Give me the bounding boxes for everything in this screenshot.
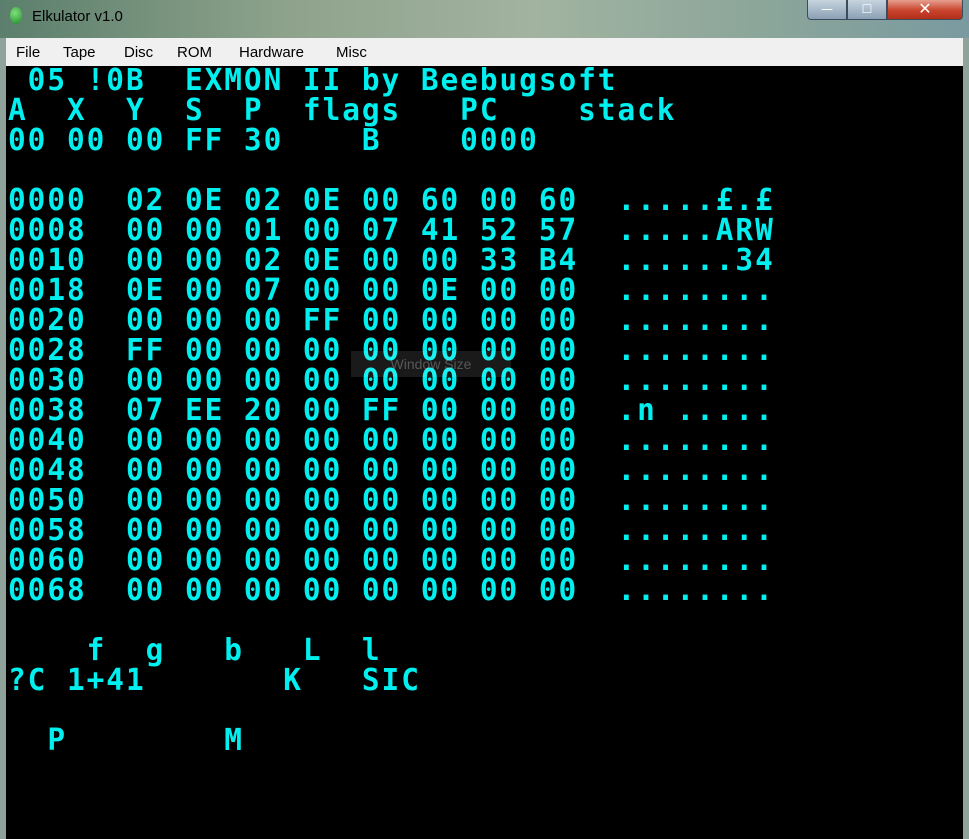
- memory-row: 0010 00 00 02 0E 00 00 33 B4 ......34: [8, 243, 775, 278]
- emulator-window: Elkulator v1.0 — ☐ ✕ File Tape Disc ROM …: [0, 0, 969, 839]
- menu-tape[interactable]: Tape: [63, 44, 96, 61]
- command-prompt: ?C 1+41 K SIC: [8, 663, 421, 698]
- title-bar[interactable]: Elkulator v1.0 — ☐ ✕: [0, 0, 969, 38]
- screen-line: f g b L l: [8, 633, 382, 668]
- memory-row: 0058 00 00 00 00 00 00 00 00 ........: [8, 513, 775, 548]
- window-title: Elkulator v1.0: [32, 8, 123, 25]
- memory-row: 0060 00 00 00 00 00 00 00 00 ........: [8, 543, 775, 578]
- screen-line: P M: [8, 723, 244, 758]
- green-leaf-icon: [10, 7, 22, 24]
- screen-line: A X Y S P flags PC stack: [8, 93, 677, 128]
- menu-hardware[interactable]: Hardware: [239, 44, 304, 61]
- menu-misc[interactable]: Misc: [336, 44, 367, 61]
- close-button[interactable]: ✕: [887, 0, 963, 20]
- minimize-button[interactable]: —: [807, 0, 847, 20]
- emulator-screen[interactable]: 05 !0B EXMON II by Beebugsoft A X Y S P …: [6, 66, 963, 839]
- memory-row: 0020 00 00 00 FF 00 00 00 00 ........: [8, 303, 775, 338]
- memory-row: 0040 00 00 00 00 00 00 00 00 ........: [8, 423, 775, 458]
- menu-disc[interactable]: Disc: [124, 44, 153, 61]
- memory-row: 0000 02 0E 02 0E 00 60 00 60 .....£.£: [8, 183, 775, 218]
- memory-row: 0008 00 00 01 00 07 41 52 57 .....ARW: [8, 213, 775, 248]
- screen-line: 05 !0B EXMON II by Beebugsoft: [8, 66, 618, 98]
- memory-row: 0018 0E 00 07 00 00 0E 00 00 ........: [8, 273, 775, 308]
- memory-row: 0050 00 00 00 00 00 00 00 00 ........: [8, 483, 775, 518]
- window-size-overlay: Window Size: [351, 351, 511, 377]
- window-frame-right: [963, 38, 969, 839]
- screen-line: 00 00 00 FF 30 B 0000: [8, 123, 539, 158]
- memory-row: 0048 00 00 00 00 00 00 00 00 ........: [8, 453, 775, 488]
- memory-row: 0068 00 00 00 00 00 00 00 00 ........: [8, 573, 775, 608]
- maximize-button[interactable]: ☐: [847, 0, 887, 20]
- menu-file[interactable]: File: [16, 44, 40, 61]
- menu-rom[interactable]: ROM: [177, 44, 212, 61]
- memory-row: 0038 07 EE 20 00 FF 00 00 00 .n .....: [8, 393, 775, 428]
- menu-bar: File Tape Disc ROM Hardware Misc: [6, 38, 963, 67]
